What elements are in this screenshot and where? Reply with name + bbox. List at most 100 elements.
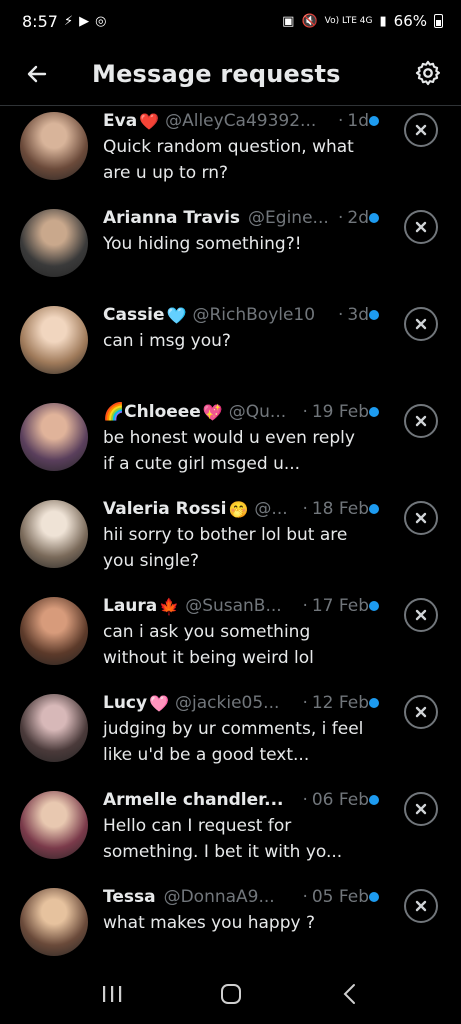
mute-icon: 🔇 <box>301 13 318 29</box>
request-row[interactable]: 🌈Chloeee 💖 @Qu... · 19 Feb be honest wou… <box>0 397 461 494</box>
avatar[interactable] <box>20 403 88 471</box>
message-preview: can i msg you? <box>103 331 231 351</box>
request-content: Arianna Travis @Egine... · 2d You hiding… <box>103 205 369 257</box>
signal-icon: ▮ <box>379 13 387 29</box>
message-preview: judging by ur comments, i feel like u'd … <box>103 719 364 765</box>
sender-name: Eva <box>103 111 138 131</box>
message-preview: what makes you happy ? <box>103 913 316 933</box>
dismiss-request-button[interactable] <box>404 695 438 729</box>
dismiss-request-button[interactable] <box>404 792 438 826</box>
avatar[interactable] <box>20 694 88 762</box>
close-icon <box>415 318 427 330</box>
close-icon <box>415 803 427 815</box>
request-content: Eva ❤️ @AlleyCa49392... · 1d Quick rando… <box>103 108 369 186</box>
message-time: 17 Feb <box>311 596 369 616</box>
recent-apps-icon <box>102 986 121 1002</box>
separator-dot: · <box>302 693 308 713</box>
gear-icon <box>415 60 441 86</box>
recent-apps-button[interactable] <box>92 974 132 1014</box>
close-icon <box>415 512 427 524</box>
message-time: 05 Feb <box>311 887 369 907</box>
request-content: Valeria Rossi 🤭 @... · 18 Feb hii sorry … <box>103 496 369 574</box>
chevron-left-icon <box>343 984 355 1004</box>
sender-emoji: ❤️ <box>139 111 160 131</box>
battery-icon <box>434 14 443 28</box>
avatar[interactable] <box>20 888 88 956</box>
sender-handle: @... <box>254 499 288 519</box>
request-content: Armelle chandler... · 06 Feb Hello can I… <box>103 787 369 865</box>
sender-emoji: 🤭 <box>228 499 249 519</box>
dismiss-request-button[interactable] <box>404 889 438 923</box>
sender-name: Tessa <box>103 887 156 907</box>
separator-dot: · <box>337 208 344 228</box>
dismiss-request-button[interactable] <box>404 210 438 244</box>
close-icon <box>415 706 427 718</box>
request-row[interactable]: Lucy 🩷 @jackie05... · 12 Feb judging by … <box>0 688 461 785</box>
separator-dot: · <box>302 499 308 519</box>
request-content: Laura 🍁 @SusanB... · 17 Feb can i ask yo… <box>103 593 369 671</box>
request-header: Eva ❤️ @AlleyCa49392... · 1d <box>103 108 369 134</box>
settings-button[interactable] <box>411 56 445 90</box>
avatar[interactable] <box>20 597 88 665</box>
dismiss-request-button[interactable] <box>404 113 438 147</box>
request-row[interactable]: Valeria Rossi 🤭 @... · 18 Feb hii sorry … <box>0 494 461 591</box>
message-preview: can i ask you something without it being… <box>103 622 314 668</box>
message-time: 2d <box>347 208 369 228</box>
back-nav-button[interactable] <box>330 974 370 1014</box>
dismiss-request-button[interactable] <box>404 501 438 535</box>
message-time: 12 Feb <box>311 693 369 713</box>
request-header: Arianna Travis @Egine... · 2d <box>103 205 369 231</box>
separator-dot: · <box>302 596 308 616</box>
separator-dot: · <box>302 790 308 810</box>
avatar[interactable] <box>20 500 88 568</box>
avatar[interactable] <box>20 306 88 374</box>
sender-emoji: 🩷 <box>149 693 170 713</box>
dismiss-request-button[interactable] <box>404 404 438 438</box>
close-icon <box>415 900 427 912</box>
request-row[interactable]: Arianna Travis @Egine... · 2d You hiding… <box>0 203 461 300</box>
sender-name: Cassie <box>103 305 165 325</box>
close-icon <box>415 221 427 233</box>
back-button[interactable] <box>20 57 54 91</box>
unread-indicator <box>369 116 379 126</box>
request-header: Valeria Rossi 🤭 @... · 18 Feb <box>103 496 369 522</box>
status-right: ▣ 🔇 Vo) LTE 4G ▮ 66% <box>282 12 443 30</box>
avatar[interactable] <box>20 112 88 180</box>
separator-dot: · <box>302 887 308 907</box>
missed-call-icon: ⚡ <box>63 13 74 29</box>
request-row[interactable]: Eva ❤️ @AlleyCa49392... · 1d Quick rando… <box>0 106 461 203</box>
battery-percent: 66% <box>393 12 427 30</box>
status-left: 8:57 ⚡ ▶ ◎ <box>22 12 106 31</box>
message-requests-list: Eva ❤️ @AlleyCa49392... · 1d Quick rando… <box>0 106 461 979</box>
unread-indicator <box>369 310 379 320</box>
sender-name: Arianna Travis <box>103 208 241 228</box>
avatar[interactable] <box>20 791 88 859</box>
system-nav-bar <box>0 964 461 1024</box>
home-button[interactable] <box>211 974 251 1014</box>
sender-handle: @RichBoyle10 <box>192 305 316 325</box>
close-icon <box>415 124 427 136</box>
sender-handle: @DonnaA9... <box>163 887 275 907</box>
message-time: 19 Feb <box>311 402 369 422</box>
dismiss-request-button[interactable] <box>404 598 438 632</box>
dismiss-request-button[interactable] <box>404 307 438 341</box>
notification-icon: ▣ <box>282 13 295 29</box>
unread-indicator <box>369 698 379 708</box>
request-row[interactable]: Armelle chandler... · 06 Feb Hello can I… <box>0 785 461 882</box>
message-preview: Quick random question, what are u up to … <box>103 137 354 183</box>
request-content: Tessa @DonnaA9... · 05 Feb what makes yo… <box>103 884 369 936</box>
request-header: Lucy 🩷 @jackie05... · 12 Feb <box>103 690 369 716</box>
avatar[interactable] <box>20 209 88 277</box>
network-label: Vo) LTE 4G <box>324 16 373 26</box>
arrow-left-icon <box>27 65 47 82</box>
message-preview: Hello can I request for something. I bet… <box>103 816 343 862</box>
request-row[interactable]: Cassie 🩵 @RichBoyle10 · 3d can i msg you… <box>0 300 461 397</box>
youtube-icon: ▶ <box>79 13 90 29</box>
unread-indicator <box>369 601 379 611</box>
sender-handle: @jackie05... <box>175 693 280 713</box>
sender-emoji: 💖 <box>202 402 223 422</box>
request-row[interactable]: Laura 🍁 @SusanB... · 17 Feb can i ask yo… <box>0 591 461 688</box>
close-icon <box>415 609 427 621</box>
message-preview: be honest would u even reply if a cute g… <box>103 428 355 474</box>
sender-name: Laura <box>103 596 158 616</box>
